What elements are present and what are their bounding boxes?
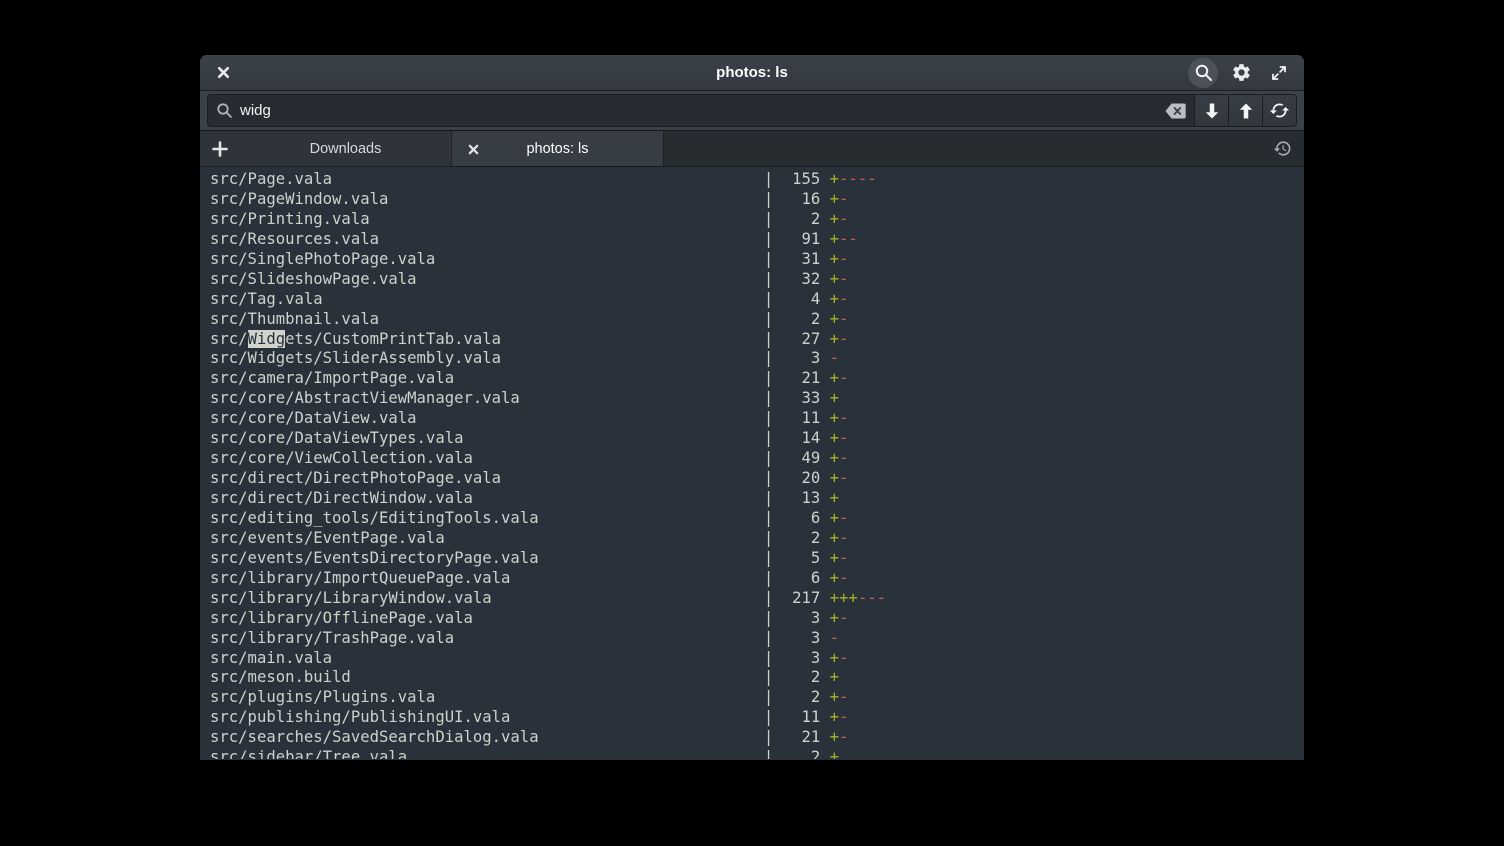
search-toggle-button[interactable] — [1188, 58, 1218, 88]
magnifier-icon — [216, 102, 233, 119]
arrow-up-icon — [1236, 101, 1256, 121]
terminal-line: src/core/DataView.vala | 11 +- — [210, 409, 1304, 429]
settings-button[interactable] — [1226, 58, 1256, 88]
terminal-line: src/library/ImportQueuePage.vala | 6 +- — [210, 569, 1304, 589]
expand-icon — [1270, 64, 1288, 82]
search-toolbar — [200, 91, 1304, 131]
terminal-line: src/editing_tools/EditingTools.vala | 6 … — [210, 509, 1304, 529]
terminal-line: src/searches/SavedSearchDialog.vala | 21… — [210, 728, 1304, 748]
search-match-highlight: Widg — [248, 330, 286, 348]
session-history-button[interactable] — [1260, 131, 1304, 166]
gear-icon — [1231, 62, 1252, 83]
search-group — [207, 94, 1297, 127]
terminal-line: src/Printing.vala | 2 +- — [210, 210, 1304, 230]
titlebar: photos: ls — [200, 55, 1304, 91]
search-wrap-button[interactable] — [1263, 94, 1297, 127]
terminal-line: src/library/TrashPage.vala | 3 - — [210, 629, 1304, 649]
backspace-icon — [1163, 102, 1187, 120]
new-tab-button[interactable] — [200, 131, 240, 166]
terminal-line: src/library/LibraryWindow.vala | 217 +++… — [210, 589, 1304, 609]
terminal-line: src/core/DataViewTypes.vala | 14 +- — [210, 429, 1304, 449]
clear-search-button[interactable] — [1160, 97, 1190, 125]
tab-close-icon — [468, 144, 479, 155]
titlebar-actions — [1188, 58, 1304, 88]
terminal-line: src/Resources.vala | 91 +-- — [210, 230, 1304, 250]
search-icon — [1194, 63, 1213, 82]
terminal-line: src/plugins/Plugins.vala | 2 +- — [210, 688, 1304, 708]
window-title: photos: ls — [200, 64, 1304, 81]
terminal-line: src/Tag.vala | 4 +- — [210, 290, 1304, 310]
terminal-line: src/Widgets/SliderAssembly.vala | 3 - — [210, 349, 1304, 369]
terminal-line: src/core/AbstractViewManager.vala | 33 + — [210, 389, 1304, 409]
terminal-line: src/Page.vala | 155 +---- — [210, 170, 1304, 190]
terminal-line: src/events/EventPage.vala | 2 +- — [210, 529, 1304, 549]
terminal-line: src/Widgets/CustomPrintTab.vala | 27 +- — [210, 330, 1304, 350]
terminal-window: photos: ls — [200, 55, 1304, 760]
arrow-down-icon — [1202, 101, 1222, 121]
tab-downloads[interactable]: Downloads — [240, 131, 452, 166]
search-field — [207, 94, 1195, 127]
terminal-line: src/main.vala | 3 +- — [210, 649, 1304, 669]
terminal-line: src/PageWindow.vala | 16 +- — [210, 190, 1304, 210]
terminal-output[interactable]: src/Page.vala | 155 +----src/PageWindow.… — [200, 167, 1304, 759]
search-prev-button[interactable] — [1229, 94, 1263, 127]
history-clock-icon — [1273, 139, 1292, 158]
tab-photos[interactable]: photos: ls — [452, 131, 664, 166]
terminal-line: src/publishing/PublishingUI.vala | 11 +- — [210, 708, 1304, 728]
tab-downloads-label: Downloads — [310, 141, 382, 157]
terminal-line: src/direct/DirectPhotoPage.vala | 20 +- — [210, 469, 1304, 489]
close-icon — [217, 66, 230, 79]
terminal-line: src/direct/DirectWindow.vala | 13 + — [210, 489, 1304, 509]
fullscreen-button[interactable] — [1264, 58, 1294, 88]
wrap-around-icon — [1269, 100, 1290, 121]
tab-photos-label: photos: ls — [526, 141, 588, 157]
terminal-line: src/camera/ImportPage.vala | 21 +- — [210, 369, 1304, 389]
terminal-line: src/meson.build | 2 + — [210, 668, 1304, 688]
tab-close-button[interactable] — [460, 136, 486, 162]
terminal-line: src/SinglePhotoPage.vala | 31 +- — [210, 250, 1304, 270]
terminal-line: src/sidebar/Tree.vala | 2 + — [210, 748, 1304, 759]
terminal-line: src/core/ViewCollection.vala | 49 +- — [210, 449, 1304, 469]
window-close-button[interactable] — [208, 59, 238, 87]
search-input[interactable] — [240, 102, 1160, 119]
terminal-line: src/events/EventsDirectoryPage.vala | 5 … — [210, 549, 1304, 569]
search-next-button[interactable] — [1195, 94, 1229, 127]
terminal-line: src/SlideshowPage.vala | 32 +- — [210, 270, 1304, 290]
plus-icon — [212, 141, 228, 157]
tab-bar: Downloads photos: ls — [200, 131, 1304, 167]
terminal-line: src/library/OfflinePage.vala | 3 +- — [210, 609, 1304, 629]
terminal-line: src/Thumbnail.vala | 2 +- — [210, 310, 1304, 330]
